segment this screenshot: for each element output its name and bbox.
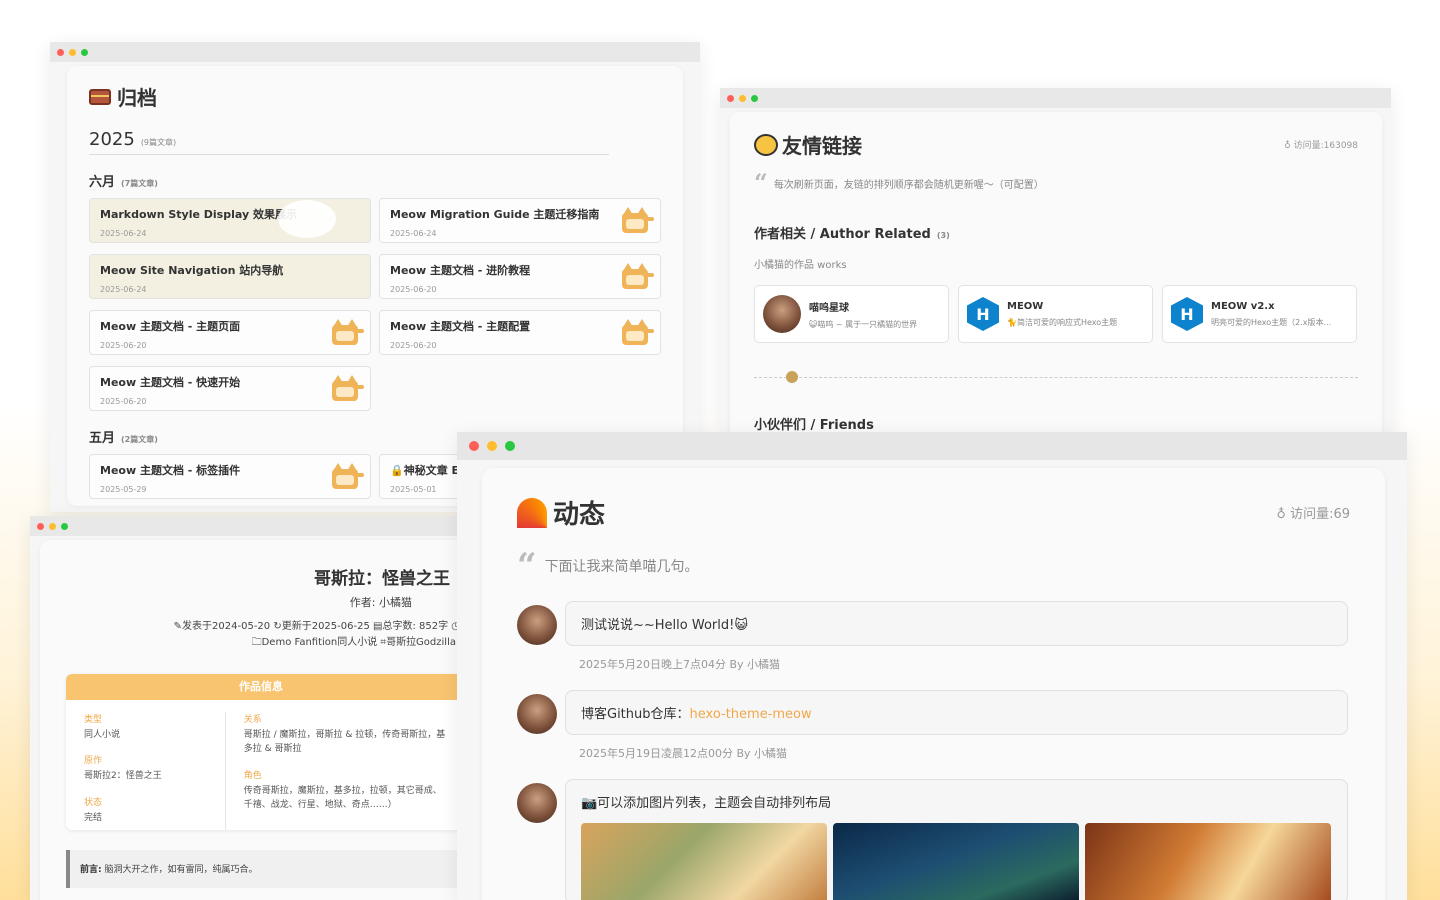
post-grid: Markdown Style Display 效果展示 2025-06-24 M… [89, 198, 661, 411]
maximize-button[interactable] [751, 94, 758, 102]
window-titlebar [720, 88, 1391, 108]
maximize-button[interactable] [61, 522, 68, 530]
moment-bubble: 📷可以添加图片列表，主题会自动排列布局 [565, 779, 1348, 900]
month-heading-june: 六月 (7篇文章) [89, 175, 158, 190]
moment-item: 📷可以添加图片列表，主题会自动排列布局 [517, 779, 1350, 900]
cat-icon [618, 261, 654, 293]
section-title: 小伙伴们 / Friends [754, 418, 874, 433]
avatar [517, 694, 557, 734]
cat-icon [618, 317, 654, 349]
moment-item: 博客Github仓库：hexo-theme-meow 2025年5月19日凌晨1… [517, 690, 1350, 761]
novel-window: 哥斯拉：怪兽之王 作者: 小橘猫 ✎发表于2024-05-20 ↻更新于2025… [30, 516, 460, 900]
post-categories[interactable]: 🗀Demo Fanfition同人小说 ⌗哥斯拉Godzilla [252, 633, 456, 652]
section-subtitle: 小橘猫的作品 works [754, 260, 847, 271]
avatar [517, 605, 557, 645]
moment-item: 测试说说~~Hello World!😺 2025年5月20日晚上7点04分 By… [517, 601, 1350, 672]
work-info-header: 作品信息 [66, 674, 460, 700]
close-button[interactable] [469, 441, 479, 451]
page-title: 友情链接 [754, 130, 862, 159]
visit-counter: ♁ 访问量:163098 [1284, 141, 1358, 151]
friend-links: 喵呜星球 😺喵呜 ~ 属于一只橘猫的世界 H MEOW 🐈简洁可爱的响应式Hex… [754, 285, 1358, 343]
minimize-button[interactable] [69, 48, 76, 56]
close-button[interactable] [727, 94, 734, 102]
post-card[interactable]: Meow 主题文档 - 主题页面 2025-06-20 [89, 310, 371, 355]
close-button[interactable] [57, 48, 64, 56]
quote-icon: “ [517, 546, 537, 586]
quote-icon: “ [754, 168, 768, 197]
work-info-right: 关系 哥斯拉 / 魔斯拉，哥斯拉 & 拉顿，传奇哥斯拉，基多拉 & 哥斯拉 角色… [243, 715, 446, 811]
moment-bubble: 博客Github仓库：hexo-theme-meow [565, 690, 1348, 735]
hexo-logo-icon: H [1171, 297, 1203, 331]
work-info-left: 类型 同人小说 原作 哥斯拉2：怪兽之王 状态 完结 [84, 712, 226, 830]
divider [754, 371, 1358, 383]
gallery-image[interactable] [581, 823, 827, 900]
github-repo-link[interactable]: hexo-theme-meow [690, 707, 812, 722]
page-quote: “ 下面让我来简单喵几句。 [517, 546, 699, 586]
page-title: 动态 [517, 494, 605, 531]
post-card[interactable]: Meow Migration Guide 主题迁移指南 2025-06-24 [379, 198, 661, 243]
post-card[interactable]: Meow 主题文档 - 进阶教程 2025-06-20 [379, 254, 661, 299]
cat-icon [618, 205, 654, 237]
post-card[interactable]: Meow Site Navigation 站内导航 2025-06-24 [89, 254, 371, 299]
moments-card: 动态 ♁ 访问量:69 “ 下面让我来简单喵几句。 测试说说~~Hello Wo… [482, 468, 1385, 900]
close-button[interactable] [37, 522, 44, 530]
friends-card: 友情链接 ♁ 访问量:163098 “ 每次刷新页面，友链的排列顺序都会随机更新… [730, 112, 1382, 433]
treasure-chest-icon [89, 88, 111, 105]
window-titlebar [457, 432, 1407, 460]
post-card[interactable]: Meow 主题文档 - 主题配置 2025-06-20 [379, 310, 661, 355]
post-card[interactable]: Meow 主题文档 - 快速开始 2025-06-20 [89, 366, 371, 411]
post-meta: ✎发表于2024-05-20 ↻更新于2025-06-25 ▤总字数: 852字… [173, 621, 460, 632]
moment-time: 2025年5月20日晚上7点04分 By 小橘猫 [579, 658, 781, 671]
gallery-image[interactable] [833, 823, 1079, 900]
avatar [517, 783, 557, 823]
avatar [763, 295, 801, 333]
novel-title: 哥斯拉：怪兽之王 [314, 569, 450, 589]
archive-title: 归档 [89, 82, 661, 111]
cat-icon [328, 461, 364, 493]
maximize-button[interactable] [505, 441, 515, 451]
novel-author: 作者: 小橘猫 [349, 596, 412, 609]
archive-year: 2025 (9篇文章) [89, 129, 609, 155]
rainbow-icon [517, 497, 547, 528]
image-gallery [581, 823, 1332, 900]
window-titlebar [30, 516, 460, 536]
gallery-image[interactable] [1085, 823, 1331, 900]
hexo-logo-icon: H [967, 297, 999, 331]
post-card[interactable]: Meow 主题文档 - 标签插件 2025-05-29 [89, 454, 371, 499]
moments-header: 动态 ♁ 访问量:69 [517, 494, 1350, 531]
friends-header: 友情链接 ♁ 访问量:163098 [754, 130, 1358, 159]
cat-icon [328, 317, 364, 349]
section-title: 作者相关 / Author Related (3) [754, 227, 950, 242]
post-card[interactable]: Markdown Style Display 效果展示 2025-06-24 [89, 198, 371, 243]
maximize-button[interactable] [81, 48, 88, 56]
moments-window: 动态 ♁ 访问量:69 “ 下面让我来简单喵几句。 测试说说~~Hello Wo… [457, 432, 1407, 900]
friend-link-card[interactable]: H MEOW 🐈简洁可爱的响应式Hexo主题 [958, 285, 1153, 343]
minimize-button[interactable] [49, 522, 56, 530]
friends-window: 友情链接 ♁ 访问量:163098 “ 每次刷新页面，友链的排列顺序都会随机更新… [720, 88, 1391, 433]
cat-icon [328, 373, 364, 405]
post-thumbnail [278, 200, 336, 238]
preface-block: 前言: 脑洞大开之作，如有雷同，纯属巧合。 [66, 850, 460, 888]
novel-card: 哥斯拉：怪兽之王 作者: 小橘猫 ✎发表于2024-05-20 ↻更新于2025… [40, 540, 460, 900]
minimize-button[interactable] [739, 94, 746, 102]
minimize-button[interactable] [487, 441, 497, 451]
page-quote: “ 每次刷新页面，友链的排列顺序都会随机更新喔～（可配置） [754, 168, 1044, 197]
work-info-box: 作品信息 类型 同人小说 原作 哥斯拉2：怪兽之王 状态 完结 关系 哥斯拉 /… [66, 674, 460, 830]
window-titlebar [50, 42, 700, 62]
moment-bubble: 测试说说~~Hello World!😺 [565, 601, 1348, 646]
friend-link-card[interactable]: H MEOW v2.x 明亮可爱的Hexo主题（2.x版本... [1162, 285, 1357, 343]
cheers-icon [754, 133, 778, 156]
visit-counter: ♁ 访问量:69 [1276, 507, 1350, 522]
friend-link-card[interactable]: 喵呜星球 😺喵呜 ~ 属于一只橘猫的世界 [754, 285, 949, 343]
moment-time: 2025年5月19日凌晨12点00分 By 小橘猫 [579, 747, 788, 760]
cat-icon [786, 371, 798, 383]
